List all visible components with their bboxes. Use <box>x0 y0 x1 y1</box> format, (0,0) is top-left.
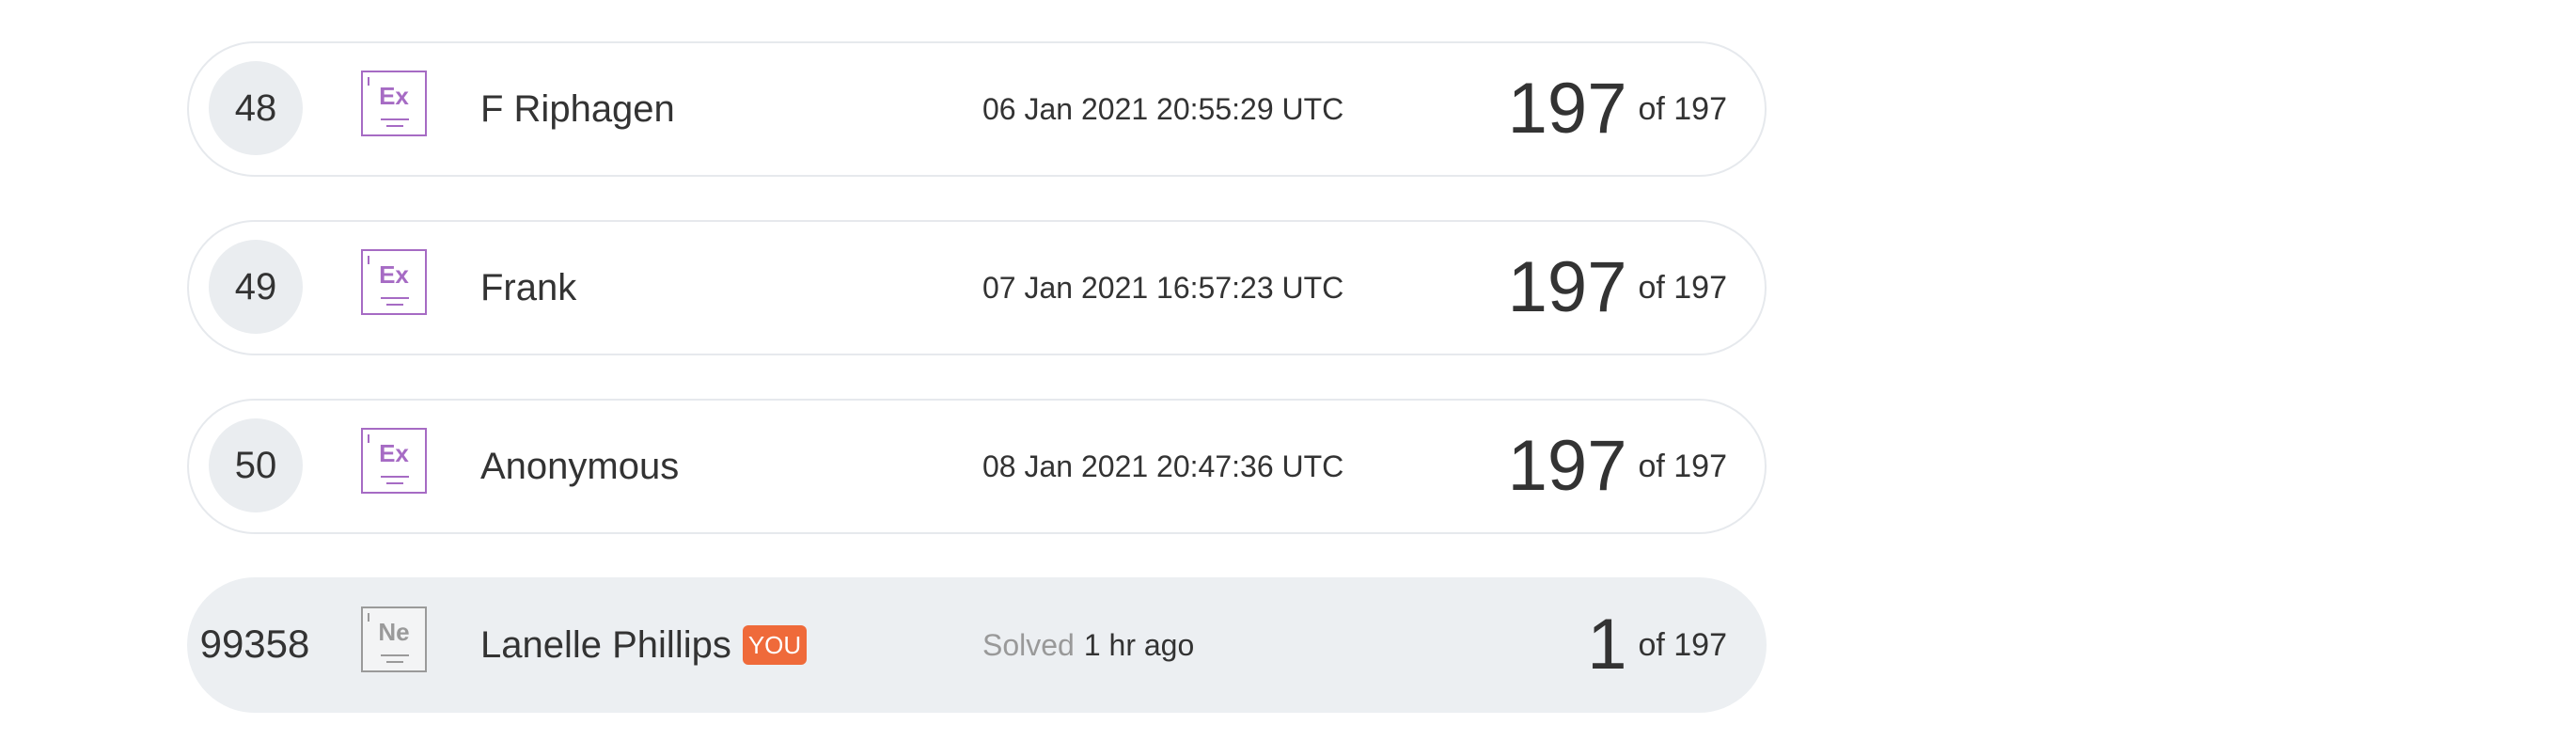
user-name: F Riphagen <box>480 87 675 130</box>
leaderboard-row[interactable]: 49 Ex Frank 07 Jan 2021 16:57:23 UTC 197… <box>187 220 1767 355</box>
expert-level-icon: Ex <box>361 71 427 136</box>
score-total: of 197 <box>1638 448 1727 484</box>
rank-badge: 49 <box>209 240 303 334</box>
rank-badge: 99358 <box>199 622 310 666</box>
score: 197 of 197 <box>1508 222 1727 354</box>
user-name: Anonymous <box>480 445 680 487</box>
leaderboard-row[interactable]: 50 Ex Anonymous 08 Jan 2021 20:47:36 UTC… <box>187 399 1767 534</box>
level-symbol: Ex <box>379 82 409 110</box>
leaderboard: 48 Ex F Riphagen 06 Jan 2021 20:55:29 UT… <box>187 41 1767 756</box>
rank-badge: 48 <box>209 61 303 155</box>
solved-time: 1 hr ago <box>1083 627 1195 662</box>
score-total: of 197 <box>1638 626 1727 663</box>
score-value: 1 <box>1587 605 1627 685</box>
expert-level-icon: Ex <box>361 249 427 315</box>
solved-time: 07 Jan 2021 16:57:23 UTC <box>982 270 1344 305</box>
score-value: 197 <box>1507 247 1627 327</box>
solved-timestamp: Solved 1 hr ago <box>982 579 1194 711</box>
score-total: of 197 <box>1638 269 1727 306</box>
user-name-text: Lanelle Phillips <box>480 623 731 666</box>
rank-badge: 50 <box>209 418 303 512</box>
you-badge: YOU <box>742 625 808 665</box>
score: 197 of 197 <box>1508 43 1727 175</box>
new-level-icon: Ne <box>361 606 427 672</box>
level-symbol: Ex <box>379 439 409 467</box>
user-name: Lanelle Phillips YOU <box>480 579 808 711</box>
level-symbol: Ex <box>379 260 409 289</box>
score-value: 197 <box>1507 69 1627 149</box>
level-symbol: Ne <box>378 618 410 646</box>
expert-level-icon: Ex <box>361 428 427 494</box>
score-value: 197 <box>1507 426 1627 506</box>
score: 197 of 197 <box>1508 401 1727 532</box>
current-user-row[interactable]: 99358 Ne Lanelle Phillips YOU Solved 1 h… <box>187 577 1767 713</box>
leaderboard-row[interactable]: 48 Ex F Riphagen 06 Jan 2021 20:55:29 UT… <box>187 41 1767 177</box>
solved-timestamp: 08 Jan 2021 20:47:36 UTC <box>982 401 1343 532</box>
solved-time: 06 Jan 2021 20:55:29 UTC <box>982 91 1344 126</box>
solved-timestamp: 07 Jan 2021 16:57:23 UTC <box>982 222 1343 354</box>
solved-time: 08 Jan 2021 20:47:36 UTC <box>982 449 1344 483</box>
score: 1 of 197 <box>1587 579 1727 711</box>
solved-timestamp: 06 Jan 2021 20:55:29 UTC <box>982 43 1343 175</box>
user-name: Frank <box>480 266 577 308</box>
score-total: of 197 <box>1638 90 1727 127</box>
solved-prefix: Solved <box>982 627 1075 662</box>
